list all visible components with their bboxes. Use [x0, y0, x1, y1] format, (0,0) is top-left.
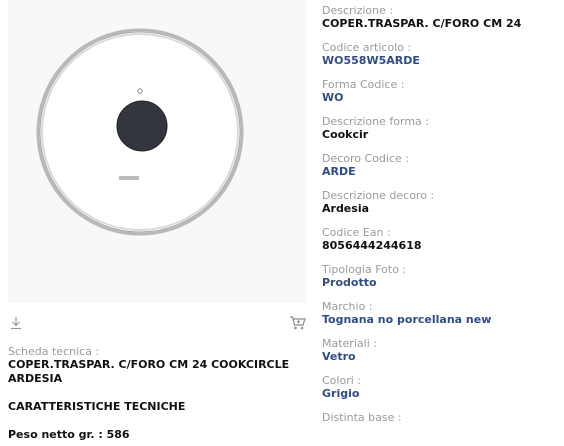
field-value: ARDE [322, 165, 356, 178]
field-codice-ean: Codice Ean : 8056444244618 [322, 226, 562, 258]
field-label: Codice Ean : [322, 226, 391, 239]
field-value: 8056444244618 [322, 239, 422, 252]
field-descrizione-forma: Descrizione forma : Cookcir [322, 115, 562, 147]
field-label: Decoro Codice : [322, 152, 409, 165]
product-details: Descrizione : COPER.TRASPAR. C/FORO CM 2… [322, 0, 562, 443]
field-decoro-codice: Decoro Codice : ARDE [322, 152, 562, 184]
download-icon[interactable] [8, 315, 24, 331]
field-label: Distinta base : [322, 411, 402, 424]
field-label: Descrizione forma : [322, 115, 429, 128]
product-image-area [8, 0, 307, 303]
field-forma-codice: Forma Codice : WO [322, 78, 562, 110]
technical-characteristics-heading: CARATTERISTICHE TECNICHE [8, 400, 186, 413]
field-descrizione-decoro: Descrizione decoro : Ardesia [322, 189, 562, 221]
field-value: Prodotto [322, 276, 377, 289]
field-value: WO558W5ARDE [322, 54, 420, 67]
technical-sheet-label: Scheda tecnica : [8, 345, 100, 358]
product-actions [8, 315, 307, 335]
field-label: Materiali : [322, 337, 377, 350]
field-materiali: Materiali : Vetro [322, 337, 562, 369]
technical-sheet-title: COPER.TRASPAR. C/FORO CM 24 COOKCIRCLE A… [8, 358, 290, 385]
field-value: Cookcir [322, 128, 369, 141]
field-tipologia-foto: Tipologia Foto : Prodotto [322, 263, 562, 295]
field-label: Descrizione : [322, 4, 394, 17]
field-label: Codice articolo : [322, 41, 412, 54]
field-value: Grigio [322, 387, 360, 400]
product-image [36, 28, 244, 236]
field-label: Marchio : [322, 300, 373, 313]
field-value: Ardesia [322, 202, 370, 215]
field-value: WO [322, 91, 344, 104]
product-panel: Scheda tecnica : COPER.TRASPAR. C/FORO C… [0, 0, 307, 446]
field-value: COPER.TRASPAR. C/FORO CM 24 [322, 17, 522, 30]
field-distinta-base: Distinta base : [322, 411, 562, 443]
field-marchio: Marchio : Tognana no porcellana new [322, 300, 562, 332]
field-value: Vetro [322, 350, 356, 363]
cart-icon[interactable] [289, 315, 307, 331]
field-label: Colori : [322, 374, 361, 387]
field-label: Descrizione decoro : [322, 189, 435, 202]
field-label: Forma Codice : [322, 78, 405, 91]
field-colori: Colori : Grigio [322, 374, 562, 406]
technical-sheet: Scheda tecnica : COPER.TRASPAR. C/FORO C… [8, 345, 308, 386]
field-codice-articolo: Codice articolo : WO558W5ARDE [322, 41, 562, 73]
field-value: Tognana no porcellana new [322, 313, 492, 326]
net-weight: Peso netto gr. : 586 [8, 428, 130, 441]
field-label: Tipologia Foto : [322, 263, 407, 276]
field-descrizione: Descrizione : COPER.TRASPAR. C/FORO CM 2… [322, 4, 562, 36]
